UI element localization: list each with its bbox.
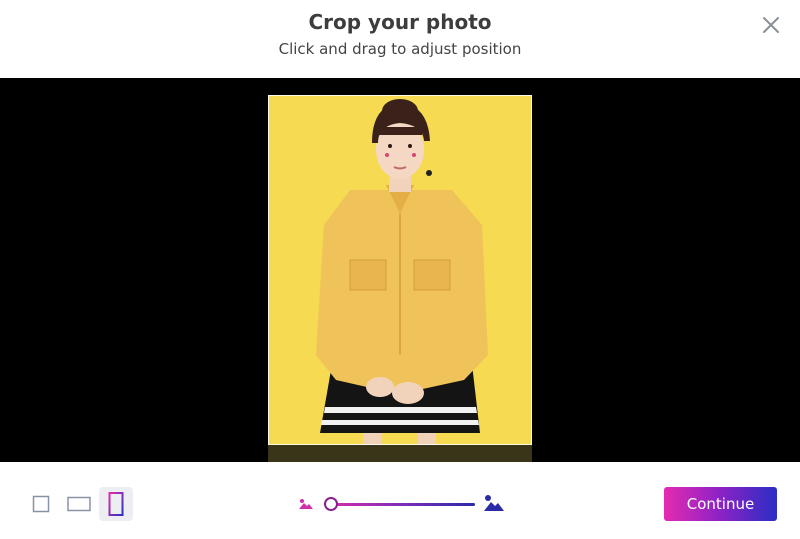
- aspect-landscape-button[interactable]: [61, 487, 97, 521]
- continue-button[interactable]: Continue: [664, 487, 777, 521]
- close-button[interactable]: [758, 12, 784, 38]
- aspect-portrait-button[interactable]: [99, 487, 133, 521]
- portrait-ratio-icon: [108, 492, 124, 516]
- zoom-control: [298, 492, 508, 516]
- square-ratio-icon: [32, 495, 50, 513]
- landscape-ratio-icon: [67, 496, 91, 512]
- crop-overflow-shade: [268, 445, 532, 462]
- dialog-subtitle: Click and drag to adjust position: [278, 40, 522, 58]
- zoom-slider-handle[interactable]: [324, 497, 338, 511]
- crop-stage[interactable]: [0, 78, 800, 462]
- zoom-out-image-icon: [299, 499, 313, 509]
- crop-frame[interactable]: [268, 95, 532, 445]
- dialog-title: Crop your photo: [308, 10, 492, 34]
- close-icon: [763, 17, 779, 33]
- aspect-square-button[interactable]: [24, 487, 58, 521]
- zoom-slider-track[interactable]: [331, 503, 475, 506]
- zoom-in-image-icon: [484, 495, 504, 511]
- crop-toolbar: Continue: [0, 462, 800, 539]
- dialog-header: Crop your photo Click and drag to adjust…: [0, 0, 800, 78]
